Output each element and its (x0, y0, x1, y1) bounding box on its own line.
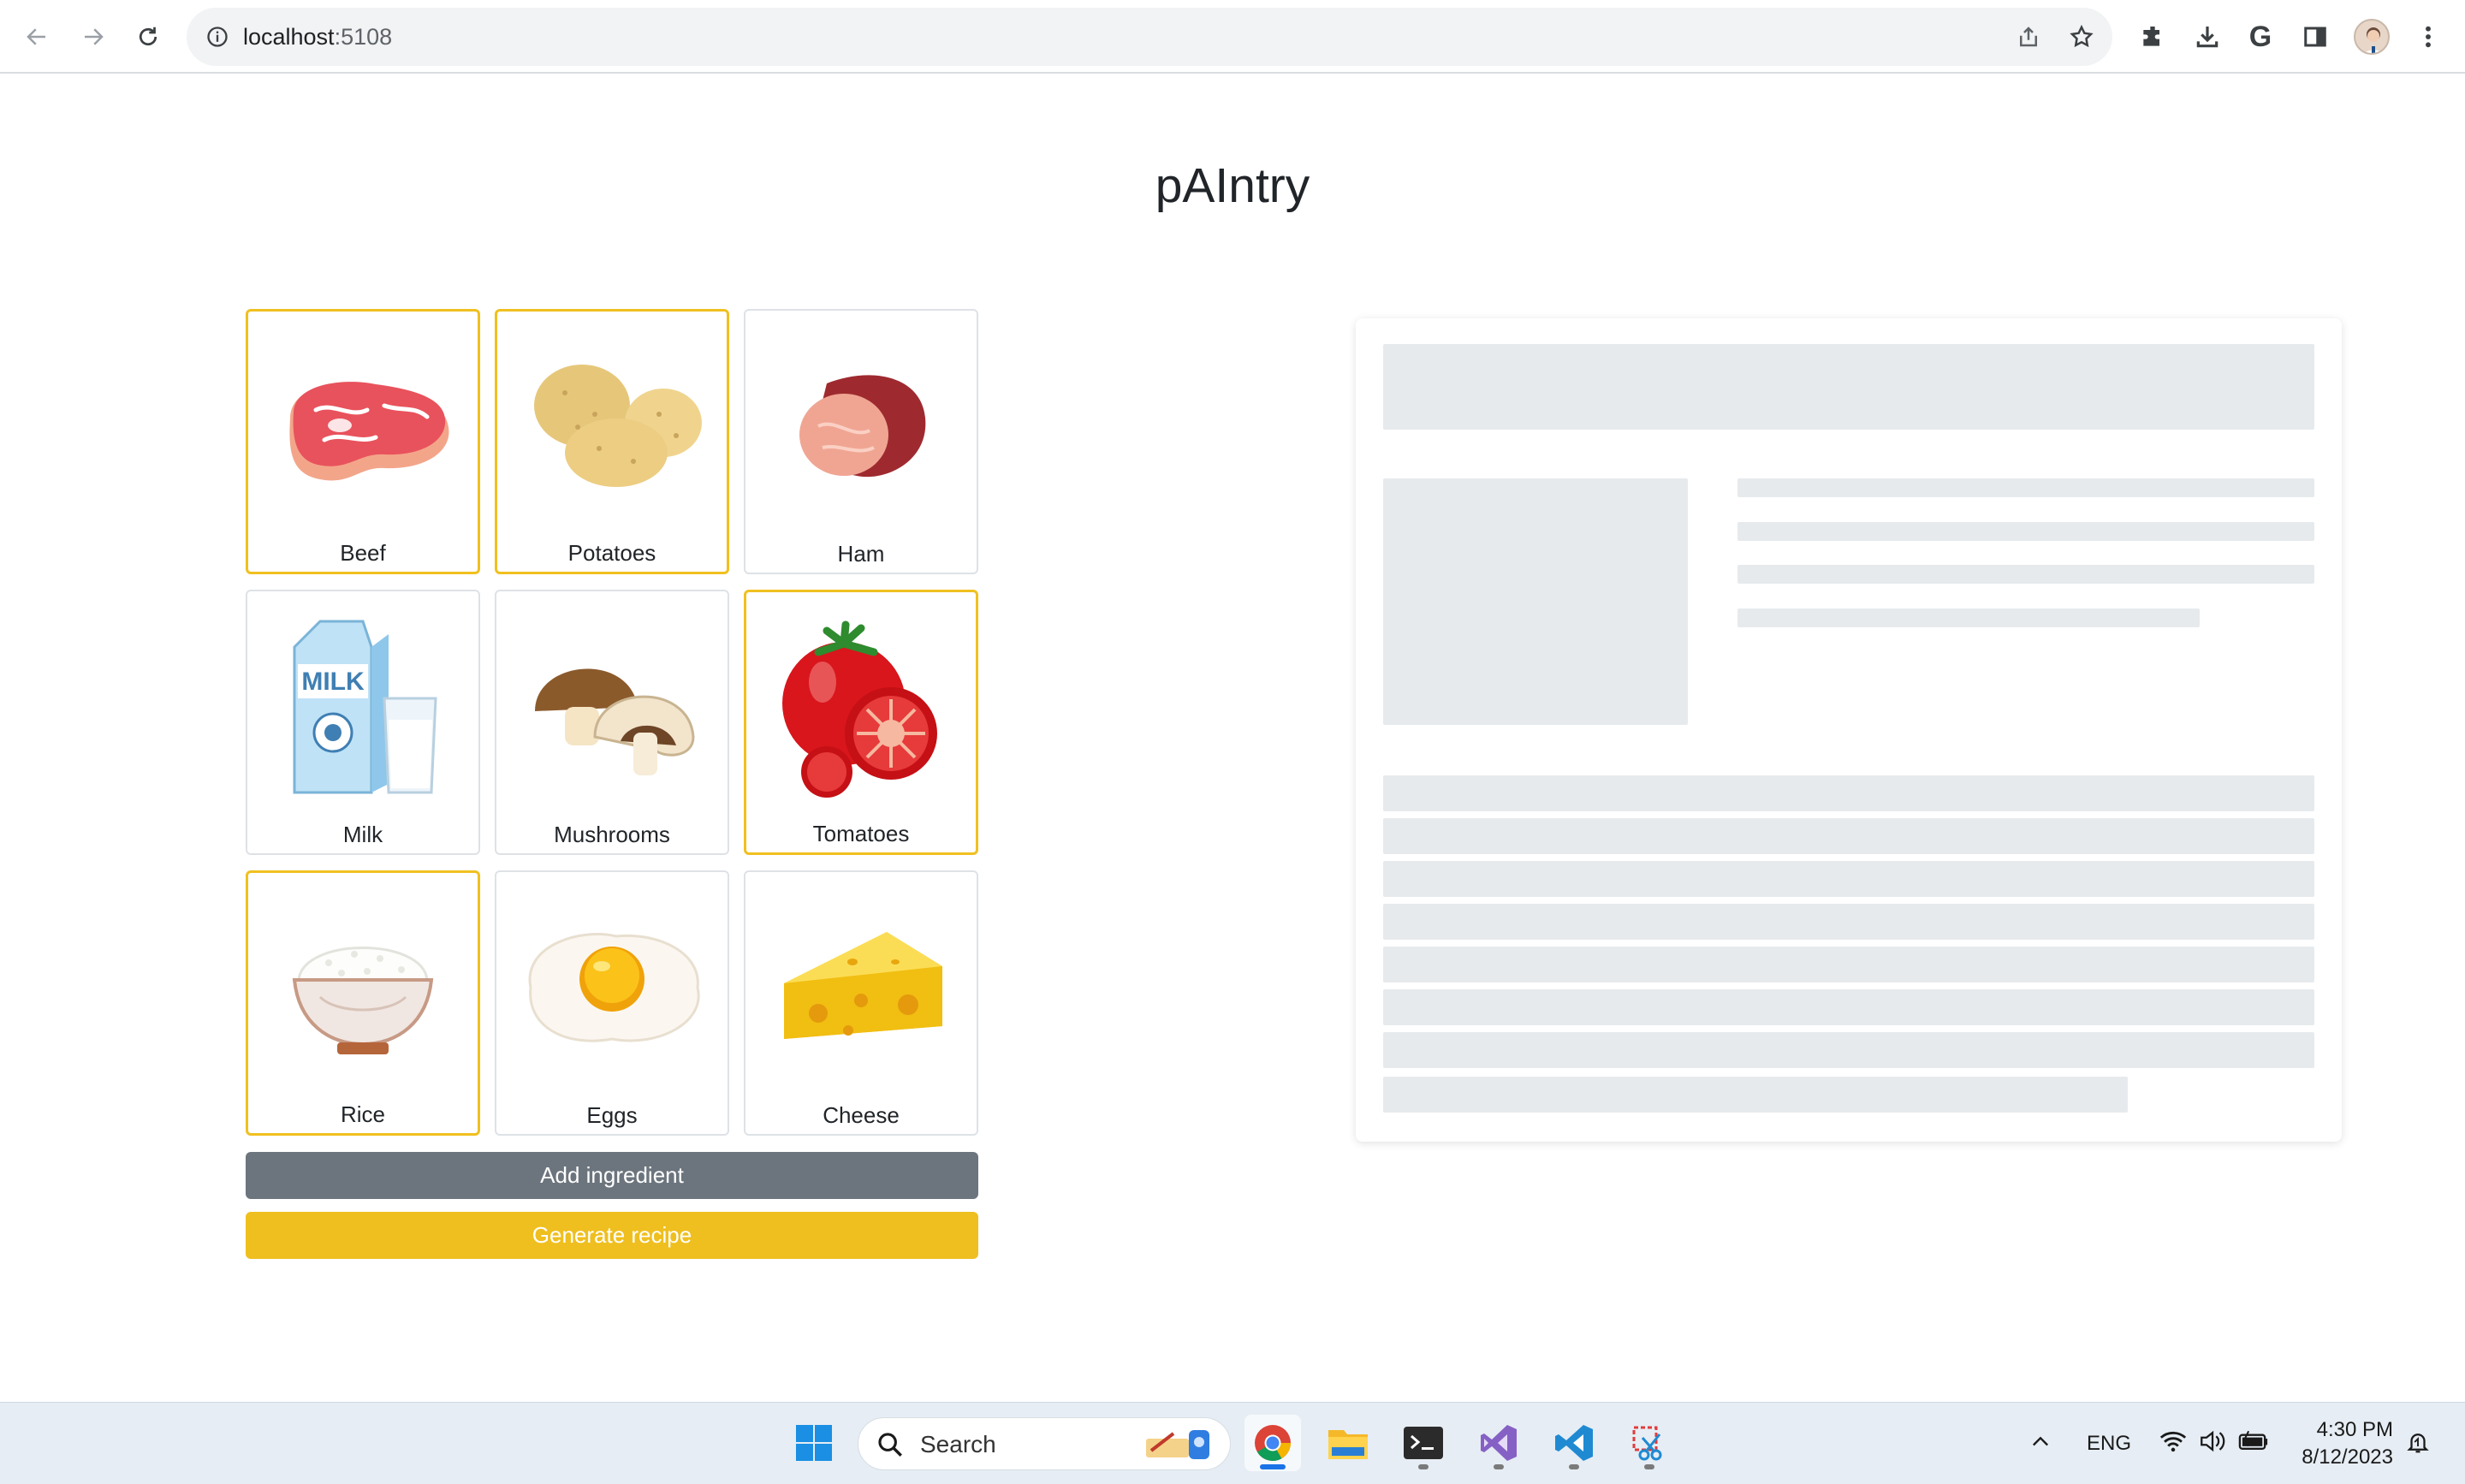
ingredient-card-potatoes[interactable]: Potatoes (495, 309, 729, 574)
ingredient-label: Ham (837, 541, 885, 567)
milk-carton-icon: MILK (247, 608, 478, 805)
menu-kebab-icon[interactable] (2410, 19, 2446, 55)
vscode-icon[interactable] (1546, 1415, 1602, 1471)
search-highlight-icon (1139, 1425, 1216, 1469)
placeholder-line (1383, 904, 2314, 940)
taskbar-search-box[interactable]: Search (858, 1417, 1231, 1470)
placeholder-title-bar (1383, 344, 2314, 430)
ingredient-card-mushrooms[interactable]: Mushrooms (495, 590, 729, 855)
placeholder-image (1383, 478, 1688, 725)
ingredient-label: Mushrooms (554, 822, 670, 847)
forward-arrow-icon[interactable] (74, 17, 113, 56)
download-icon[interactable] (2189, 19, 2225, 55)
show-hidden-icons-chevron-icon[interactable] (2028, 1430, 2052, 1458)
ingredient-card-beef[interactable]: Beef (246, 309, 480, 574)
google-icon[interactable]: G (2242, 19, 2278, 55)
placeholder-line (1737, 608, 2200, 627)
ingredient-card-eggs[interactable]: Eggs (495, 870, 729, 1136)
visual-studio-icon[interactable] (1470, 1415, 1527, 1471)
address-bar[interactable]: localhost:5108 (187, 8, 2112, 66)
potatoes-icon (497, 329, 727, 525)
ham-icon (745, 328, 977, 525)
clock-date[interactable]: 8/12/2023 (2287, 1445, 2393, 1469)
ingredient-card-tomatoes[interactable]: Tomatoes (744, 590, 978, 855)
ingredient-card-rice[interactable]: Rice (246, 870, 480, 1136)
side-panel-icon[interactable] (2297, 19, 2333, 55)
add-ingredient-button[interactable]: Add ingredient (246, 1152, 978, 1199)
steak-icon (248, 329, 478, 525)
placeholder-line (1383, 861, 2314, 897)
running-indicator (1494, 1464, 1504, 1469)
language-indicator[interactable]: ENG (2087, 1432, 2131, 1456)
placeholder-line (1383, 989, 2314, 1025)
share-icon[interactable] (2013, 21, 2044, 52)
running-indicator (1418, 1464, 1429, 1469)
search-placeholder: Search (920, 1431, 996, 1457)
ingredient-label: Eggs (586, 1102, 638, 1128)
url-text: localhost:5108 (243, 24, 393, 50)
profile-avatar[interactable] (2354, 19, 2390, 55)
back-arrow-icon[interactable] (17, 17, 56, 56)
wifi-icon[interactable] (2159, 1428, 2188, 1458)
volume-icon[interactable] (2198, 1428, 2227, 1458)
ingredient-label: Tomatoes (812, 821, 910, 846)
running-indicator (1644, 1464, 1654, 1469)
active-indicator (1260, 1464, 1286, 1469)
ingredient-label: Rice (340, 1101, 385, 1127)
search-icon (876, 1430, 905, 1463)
tomatoes-icon (746, 609, 976, 806)
bookmark-star-icon[interactable] (2066, 21, 2097, 52)
fried-egg-icon (496, 889, 728, 1086)
file-explorer-icon[interactable] (1320, 1415, 1376, 1471)
snipping-tool-icon[interactable] (1621, 1415, 1678, 1471)
ingredient-card-ham[interactable]: Ham (744, 309, 978, 574)
placeholder-line (1737, 478, 2314, 497)
placeholder-line (1737, 522, 2314, 541)
reload-icon[interactable] (128, 17, 168, 56)
chrome-icon[interactable] (1244, 1415, 1301, 1471)
battery-icon[interactable] (2237, 1428, 2270, 1458)
placeholder-line (1383, 775, 2314, 811)
cheese-icon (745, 889, 977, 1086)
ingredient-label: Cheese (823, 1102, 900, 1128)
windows-start-icon[interactable] (786, 1415, 842, 1471)
placeholder-line (1737, 565, 2314, 584)
page-title: pAIntry (1155, 158, 1310, 213)
ingredient-label: Beef (340, 540, 386, 566)
rice-bowl-icon (248, 890, 478, 1087)
svg-text:MILK: MILK (301, 668, 365, 696)
extensions-icon[interactable] (2135, 19, 2171, 55)
placeholder-line (1383, 818, 2314, 854)
notification-bell-icon[interactable] (2405, 1428, 2431, 1460)
generate-recipe-button[interactable]: Generate recipe (246, 1212, 978, 1259)
terminal-icon[interactable] (1395, 1415, 1452, 1471)
ingredient-grid: Beef Potatoes Ham MILK Milk Mushrooms To… (246, 309, 978, 1136)
site-info-icon[interactable] (202, 21, 233, 52)
ingredient-label: Milk (342, 822, 383, 847)
recipe-placeholder-card (1356, 318, 2342, 1142)
ingredient-card-cheese[interactable]: Cheese (744, 870, 978, 1136)
taskbar: Search ENG 4:30 PM 8/12/2023 (0, 1402, 2465, 1484)
placeholder-line (1383, 947, 2314, 982)
mushrooms-icon (496, 608, 728, 805)
clock-time[interactable]: 4:30 PM (2304, 1418, 2393, 1442)
ingredient-card-milk[interactable]: MILK Milk (246, 590, 480, 855)
ingredient-label: Potatoes (567, 540, 656, 566)
placeholder-line (1383, 1077, 2128, 1113)
placeholder-line (1383, 1032, 2314, 1068)
running-indicator (1569, 1464, 1579, 1469)
browser-toolbar: localhost:5108 G (0, 0, 2465, 74)
